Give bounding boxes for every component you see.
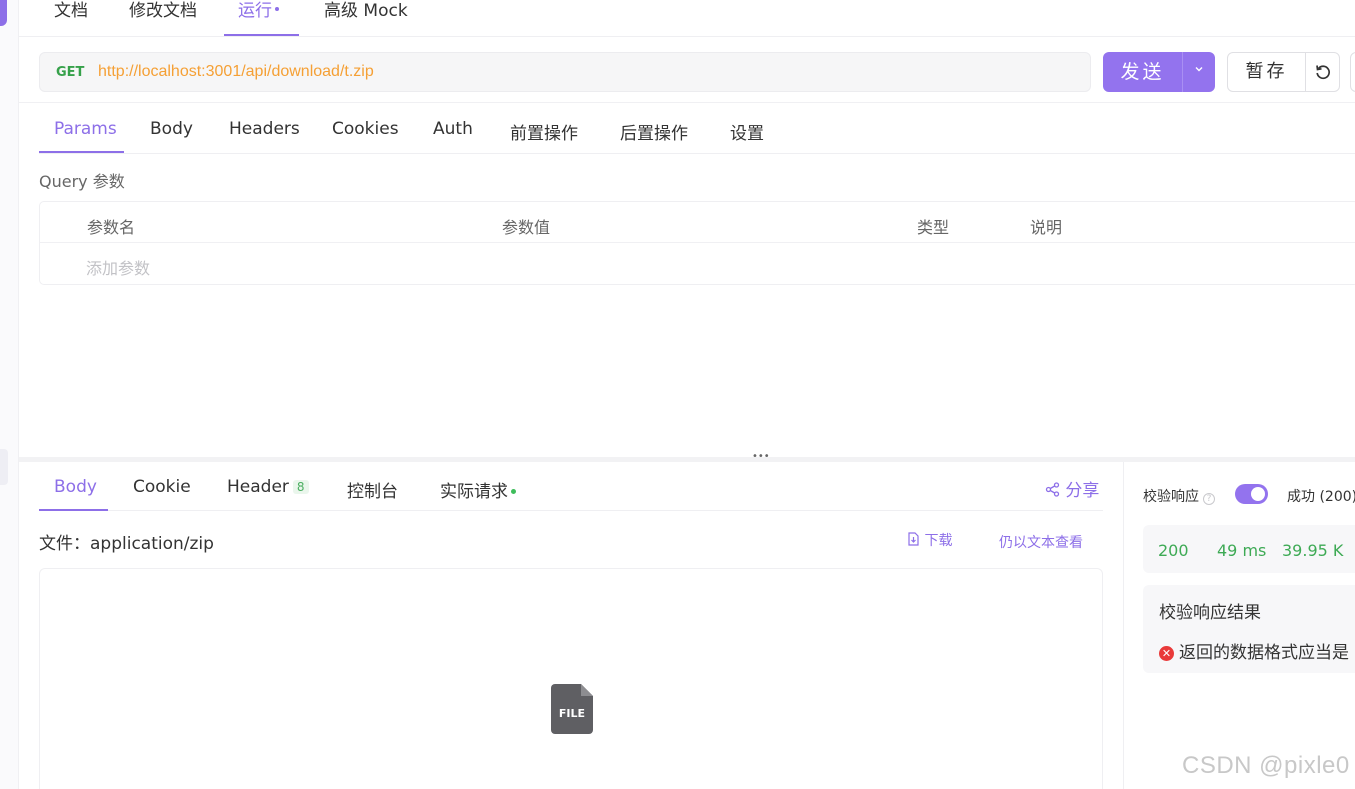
divider (19, 102, 1355, 103)
response-time: 49 ms (1217, 541, 1267, 560)
download-icon (908, 532, 919, 546)
top-tab-underline (224, 34, 299, 36)
file-preview: FILE (39, 568, 1103, 789)
tab-console[interactable]: 控制台 (347, 477, 398, 502)
left-rail (0, 0, 19, 789)
tab-actual-request-label: 实际请求 (440, 482, 508, 502)
column-type: 类型 (917, 218, 950, 237)
validation-status[interactable]: 成功 (200) (1287, 486, 1355, 506)
tab-response-body[interactable]: Body (54, 477, 97, 497)
tab-cookies[interactable]: Cookies (332, 119, 399, 139)
tab-doc[interactable]: 文档 (54, 0, 88, 21)
tab-edit-doc[interactable]: 修改文档 (129, 0, 197, 21)
request-tabs: Params Body Headers Cookies Auth 前置操作 后置… (39, 108, 1355, 154)
send-button[interactable]: 发送 (1103, 52, 1182, 92)
share-button[interactable]: 分享 (1045, 476, 1099, 501)
validate-toggle[interactable] (1235, 484, 1268, 504)
tab-params[interactable]: Params (54, 119, 117, 139)
view-as-text-button[interactable]: 仍以文本查看 (999, 532, 1083, 552)
response-stats: 200 49 ms 39.95 K (1143, 525, 1355, 573)
validation-panel: 校验响应? 成功 (200) 200 49 ms 39.95 K 校验响应结果 … (1123, 462, 1355, 789)
tab-headers[interactable]: Headers (229, 119, 300, 139)
download-label: 下载 (924, 533, 953, 549)
file-icon-text: FILE (559, 707, 585, 720)
validation-result: 校验响应结果 ✕ 返回的数据格式应当是 (1143, 585, 1355, 673)
tab-advanced-mock[interactable]: 高级 Mock (324, 0, 408, 21)
url-input[interactable]: http://localhost:3001/api/download/t.zip (98, 63, 374, 81)
column-param-value: 参数值 (502, 218, 551, 237)
tab-response-cookie[interactable]: Cookie (133, 477, 191, 497)
rail-selection (0, 449, 8, 485)
validate-response-text: 校验响应 (1143, 489, 1199, 505)
validation-error: ✕ 返回的数据格式应当是 (1159, 638, 1349, 663)
method-select[interactable]: GET (56, 65, 84, 80)
status-code: 200 (1158, 541, 1189, 560)
tab-settings[interactable]: 设置 (730, 119, 764, 144)
save-button[interactable]: 暂存 (1227, 52, 1306, 92)
params-table-header: 参数名 参数值 类型 说明 (40, 202, 1355, 243)
tab-auth[interactable]: Auth (433, 119, 473, 139)
tab-run-label: 运行 (238, 1, 272, 21)
validation-error-text: 返回的数据格式应当是 (1179, 643, 1349, 663)
tab-response-header[interactable]: Header 8 (227, 477, 309, 497)
url-bar[interactable]: GET http://localhost:3001/api/download/t… (39, 52, 1091, 92)
response-tabs: Body Cookie Header 8 控制台 实际请求 (39, 464, 1103, 511)
reset-button[interactable] (1305, 52, 1340, 92)
header-count-badge: 8 (292, 480, 309, 494)
tab-pre-operations[interactable]: 前置操作 (510, 119, 578, 144)
drag-handle-icon[interactable]: ••• (752, 451, 770, 462)
top-tabs: 文档 修改文档 运行 高级 Mock (19, 0, 1355, 37)
query-params-label: Query 参数 (39, 172, 125, 191)
undo-icon (1316, 65, 1330, 80)
chevron-down-icon (1195, 67, 1203, 72)
error-icon: ✕ (1159, 646, 1174, 661)
status-dot (511, 489, 516, 494)
tab-response-header-label: Header (227, 477, 289, 497)
more-button[interactable] (1350, 52, 1355, 92)
file-type-label: 文件：application/zip (39, 534, 214, 554)
response-size: 39.95 K (1282, 541, 1344, 560)
share-icon (1045, 482, 1060, 497)
validation-result-title: 校验响应结果 (1159, 603, 1261, 623)
column-description: 说明 (1030, 218, 1063, 237)
tab-run[interactable]: 运行 (238, 0, 279, 21)
request-tab-underline (39, 151, 124, 153)
tab-actual-request[interactable]: 实际请求 (440, 477, 516, 502)
unsaved-dot (275, 7, 279, 11)
watermark: CSDN @pixle0 (1182, 752, 1350, 779)
tab-post-operations[interactable]: 后置操作 (620, 119, 688, 144)
params-table: 参数名 参数值 类型 说明 添加参数 (39, 201, 1355, 285)
download-button[interactable]: 下载 (907, 530, 952, 550)
help-icon[interactable]: ? (1203, 493, 1215, 505)
tab-body[interactable]: Body (150, 119, 193, 139)
column-param-name: 参数名 (87, 218, 136, 237)
response-tab-underline (39, 509, 108, 511)
send-options-button[interactable] (1182, 52, 1215, 92)
rail-active-marker (0, 0, 7, 26)
validate-response-label: 校验响应? (1143, 486, 1215, 506)
toggle-knob (1251, 487, 1265, 501)
share-label: 分享 (1065, 481, 1100, 501)
add-param-input[interactable]: 添加参数 (86, 255, 150, 279)
file-icon: FILE (551, 684, 593, 734)
